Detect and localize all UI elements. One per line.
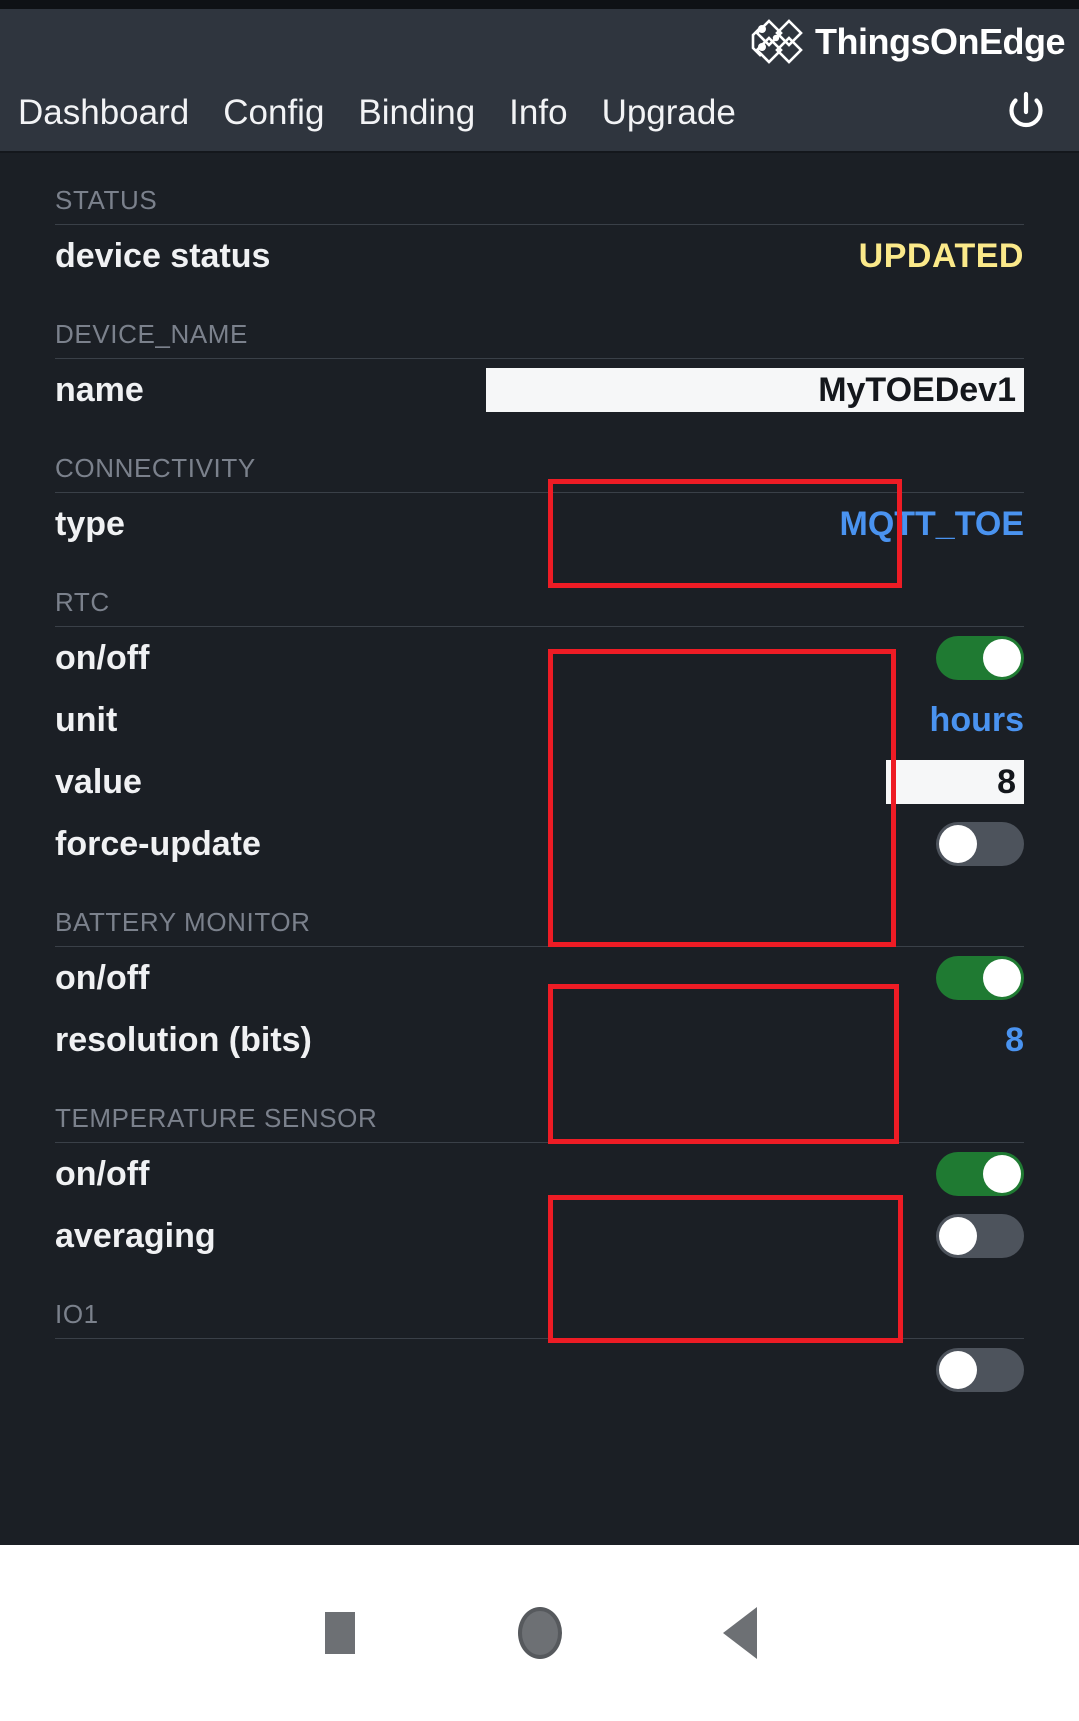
android-navigation-bar	[0, 1545, 1079, 1721]
row-label-rtc-value: value	[55, 762, 142, 801]
logo-row: ThingsOnEdge	[0, 9, 1079, 75]
row-label-rtc-force-update: force-update	[55, 824, 261, 863]
toggle-knob	[983, 1155, 1021, 1193]
nav-item-dashboard[interactable]: Dashboard	[18, 93, 189, 133]
battery-onoff-toggle[interactable]	[936, 956, 1024, 1000]
section-temperature-sensor: TEMPERATURE SENSOR on/off averaging	[55, 1071, 1024, 1267]
row-value-rtc-force-update	[261, 822, 1024, 866]
brand-logo: ThingsOnEdge	[749, 17, 1066, 67]
row-label-device-status: device status	[55, 236, 271, 275]
nav-item-config[interactable]: Config	[223, 93, 324, 133]
connectivity-type-value[interactable]: MQTT_TOE	[840, 505, 1025, 544]
row-value-battery-onoff	[149, 956, 1024, 1000]
triangle-back-icon	[722, 1607, 757, 1659]
row-value-rtc-onoff	[149, 636, 1024, 680]
row-type: type MQTT_TOE	[55, 493, 1024, 555]
row-label-rtc-onoff: on/off	[55, 638, 150, 677]
row-value-device-status: UPDATED	[270, 237, 1024, 276]
row-io1-partial	[55, 1339, 1024, 1401]
battery-resolution-value[interactable]: 8	[1005, 1021, 1024, 1060]
rtc-value-input[interactable]	[886, 760, 1024, 804]
temperature-onoff-toggle[interactable]	[936, 1152, 1024, 1196]
section-header-battery-monitor: BATTERY MONITOR	[55, 875, 1024, 947]
row-rtc-force-update: force-update	[55, 813, 1024, 875]
row-battery-onoff: on/off	[55, 947, 1024, 1009]
power-icon	[1009, 91, 1043, 128]
section-rtc: RTC on/off unit hours value force	[55, 555, 1024, 875]
row-value-temp-averaging	[216, 1214, 1024, 1258]
section-header-connectivity: CONNECTIVITY	[55, 421, 1024, 493]
circle-home-icon	[517, 1607, 562, 1659]
section-device-name: DEVICE_NAME name	[55, 287, 1024, 421]
status-badge: UPDATED	[858, 236, 1024, 275]
toggle-knob	[983, 959, 1021, 997]
android-home-button[interactable]	[440, 1545, 640, 1721]
nav-item-info[interactable]: Info	[509, 93, 567, 133]
section-header-io1: IO1	[55, 1267, 1024, 1339]
power-button[interactable]	[999, 86, 1053, 140]
row-rtc-onoff: on/off	[55, 627, 1024, 689]
main-nav: Dashboard Config Binding Info Upgrade	[0, 75, 1079, 151]
app-screen: ThingsOnEdge Dashboard Config Binding In…	[0, 0, 1079, 1721]
toggle-knob	[939, 1351, 977, 1389]
row-label-temp-averaging: averaging	[55, 1216, 216, 1255]
row-value-rtc-value	[142, 760, 1024, 804]
square-recents-icon	[324, 1612, 355, 1654]
row-device-status: device status UPDATED	[55, 225, 1024, 287]
row-value-name	[144, 368, 1024, 412]
section-io1: IO1	[55, 1267, 1024, 1401]
row-label-type: type	[55, 504, 125, 543]
toggle-knob	[983, 639, 1021, 677]
row-value-type: MQTT_TOE	[125, 505, 1025, 544]
section-header-temperature-sensor: TEMPERATURE SENSOR	[55, 1071, 1024, 1143]
row-temp-averaging: averaging	[55, 1205, 1024, 1267]
device-name-input[interactable]	[486, 368, 1024, 412]
android-back-button[interactable]	[640, 1545, 840, 1721]
app-header: ThingsOnEdge Dashboard Config Binding In…	[0, 9, 1079, 153]
toggle-knob	[939, 825, 977, 863]
row-label-name: name	[55, 370, 144, 409]
toggle-knob	[939, 1217, 977, 1255]
rtc-unit-value[interactable]: hours	[930, 701, 1024, 740]
section-header-device-name: DEVICE_NAME	[55, 287, 1024, 359]
row-label-battery-onoff: on/off	[55, 958, 150, 997]
section-battery-monitor: BATTERY MONITOR on/off resolution (bits)…	[55, 875, 1024, 1071]
row-rtc-unit: unit hours	[55, 689, 1024, 751]
brand-name: ThingsOnEdge	[815, 21, 1066, 62]
row-label-rtc-unit: unit	[55, 700, 118, 739]
status-bar-strip	[0, 0, 1079, 9]
temperature-averaging-toggle[interactable]	[936, 1214, 1024, 1258]
row-battery-resolution: resolution (bits) 8	[55, 1009, 1024, 1071]
rtc-force-update-toggle[interactable]	[936, 822, 1024, 866]
row-rtc-value: value	[55, 751, 1024, 813]
section-header-rtc: RTC	[55, 555, 1024, 627]
row-name: name	[55, 359, 1024, 421]
section-header-status: STATUS	[55, 153, 1024, 225]
config-list: STATUS device status UPDATED DEVICE_NAME…	[0, 153, 1079, 1545]
nav-item-binding[interactable]: Binding	[358, 93, 475, 133]
row-label-temp-onoff: on/off	[55, 1154, 150, 1193]
row-value-rtc-unit: hours	[117, 701, 1024, 740]
section-status: STATUS device status UPDATED	[55, 153, 1024, 287]
row-value-battery-resolution: 8	[312, 1021, 1024, 1060]
row-temp-onoff: on/off	[55, 1143, 1024, 1205]
nodes-diamond-logo-icon	[751, 19, 803, 64]
row-label-battery-resolution: resolution (bits)	[55, 1020, 312, 1059]
section-connectivity: CONNECTIVITY type MQTT_TOE	[55, 421, 1024, 555]
row-value-io1-partial	[55, 1348, 1024, 1392]
android-recents-button[interactable]	[240, 1545, 440, 1721]
row-value-temp-onoff	[149, 1152, 1024, 1196]
io1-onoff-toggle[interactable]	[936, 1348, 1024, 1392]
nav-item-upgrade[interactable]: Upgrade	[602, 93, 736, 133]
rtc-onoff-toggle[interactable]	[936, 636, 1024, 680]
